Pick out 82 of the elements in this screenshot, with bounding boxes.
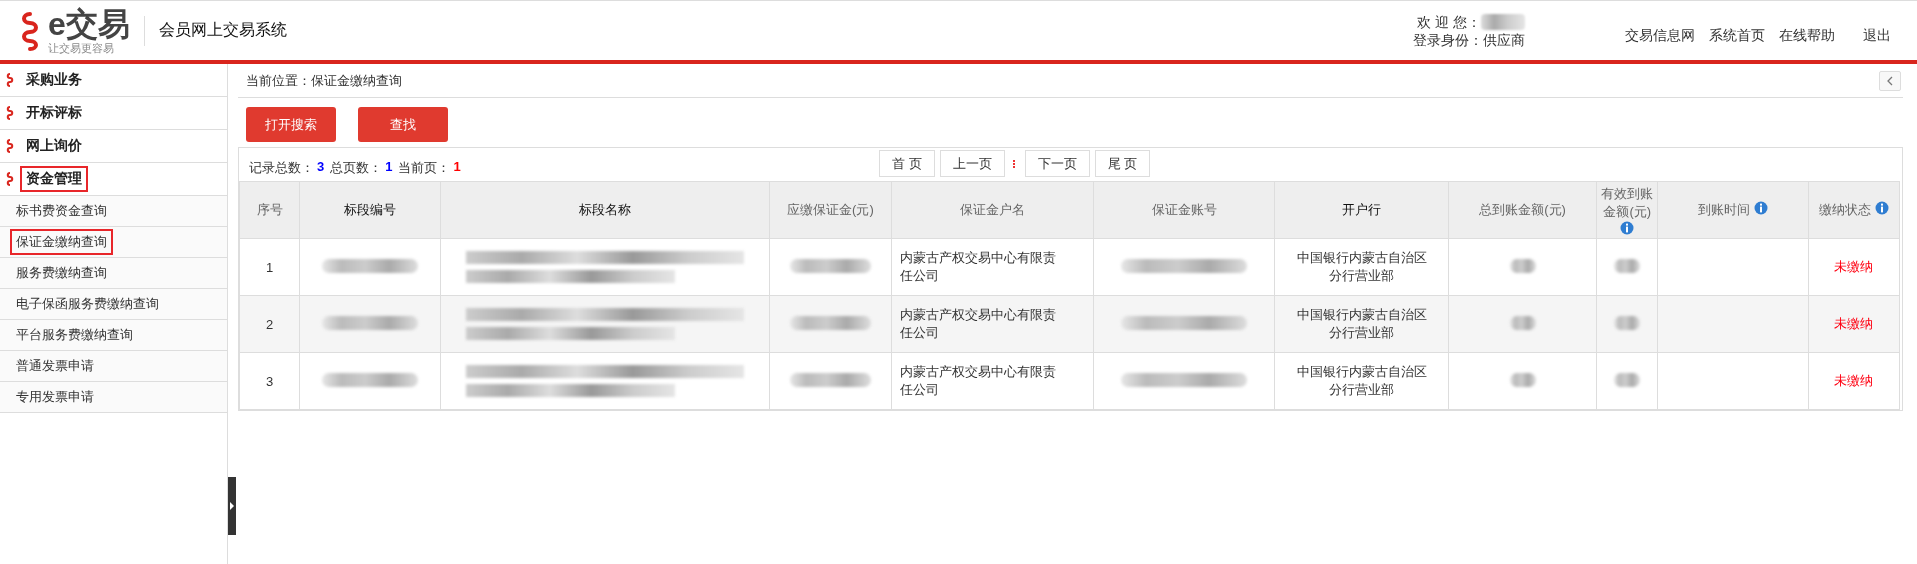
sidebar-section[interactable]: 开标评标	[0, 97, 227, 130]
status-text: 未缴纳	[1834, 316, 1874, 331]
nav-link[interactable]: 退出	[1863, 26, 1891, 45]
section-label: 开标评标	[25, 103, 83, 122]
column-header: 序号	[239, 181, 300, 239]
nav-link[interactable]: 交易信息网	[1625, 26, 1695, 45]
table-cell: 3	[265, 373, 274, 389]
column-header: 保证金账号	[1093, 181, 1275, 239]
swirl-icon	[6, 73, 14, 87]
info-icon	[1874, 201, 1889, 215]
column-header: 标段编号	[299, 181, 441, 239]
table-cell: 中国银行内蒙古自治区分行营业部	[1295, 249, 1428, 285]
sidebar-item[interactable]: 电子保函服务费缴纳查询	[0, 289, 227, 320]
summary-value: 3	[317, 159, 325, 176]
breadcrumb: 当前位置：保证金缴纳查询	[246, 71, 402, 90]
column-header: 保证金户名	[891, 181, 1094, 239]
system-title: 会员网上交易系统	[158, 20, 287, 40]
login-identity: 登录身份：供应商	[1413, 30, 1525, 49]
pagination-button[interactable]: 上一页	[939, 150, 1005, 177]
table-cell-text: 内蒙古产权交易中心有限责任公司	[899, 306, 1057, 342]
menu-label: 标书费资金查询	[15, 202, 108, 220]
status-text: 未缴纳	[1834, 373, 1874, 388]
nav-link[interactable]: 系统首页	[1709, 26, 1765, 45]
table-cell-text: 内蒙古产权交易中心有限责任公司	[899, 363, 1057, 399]
section-label: 网上询价	[25, 136, 83, 155]
column-header: 总到账金额(元)	[1448, 181, 1597, 239]
redacted-text	[1509, 258, 1536, 273]
action-button[interactable]: 查找	[358, 107, 448, 142]
column-header: 缴纳状态	[1808, 181, 1900, 239]
sidebar-item[interactable]: 标书费资金查询	[0, 196, 227, 227]
redacted-text	[1614, 258, 1641, 273]
menu-label: 电子保函服务费缴纳查询	[15, 295, 160, 313]
column-header: 标段名称	[440, 181, 770, 239]
menu-label: 服务费缴纳查询	[15, 264, 108, 282]
column-header: 开户行	[1274, 181, 1449, 239]
swirl-icon	[6, 139, 14, 153]
pagination-button[interactable]: 下一页	[1024, 150, 1090, 177]
pagination-button[interactable]: 尾 页	[1094, 150, 1151, 177]
summary-label: 当前页：	[398, 159, 451, 177]
summary-value: 1	[453, 159, 461, 176]
info-icon	[1753, 201, 1768, 215]
info-icon	[1620, 220, 1635, 235]
table-cell: 中国银行内蒙古自治区分行营业部	[1295, 306, 1428, 342]
redacted-text	[1614, 315, 1641, 330]
menu-label: 专用发票申请	[15, 388, 95, 406]
table-cell: 1	[265, 259, 274, 275]
logo-name: e交易	[48, 7, 130, 40]
table-cell: 中国银行内蒙古自治区分行营业部	[1295, 363, 1428, 399]
sidebar-item[interactable]: 服务费缴纳查询	[0, 258, 227, 289]
logo-tagline: 让交易更容易	[48, 42, 115, 54]
column-header: 到账时间	[1657, 181, 1809, 239]
summary-label: 总页数：	[330, 159, 383, 177]
sidebar-item[interactable]: 专用发票申请	[0, 382, 227, 413]
sidebar-section[interactable]: 网上询价	[0, 130, 227, 163]
menu-label: 保证金缴纳查询	[10, 229, 113, 255]
status-text: 未缴纳	[1834, 259, 1874, 274]
table-cell: 2	[265, 316, 274, 332]
nav-link[interactable]: 在线帮助	[1779, 26, 1835, 45]
sidebar-item[interactable]: 保证金缴纳查询	[0, 227, 227, 258]
section-label: 采购业务	[25, 70, 83, 89]
swirl-icon	[6, 106, 14, 120]
collapse-handle[interactable]	[228, 477, 236, 535]
menu-label: 平台服务费缴纳查询	[15, 326, 134, 344]
menu-label: 普通发票申请	[15, 357, 95, 375]
sidebar-item[interactable]: 平台服务费缴纳查询	[0, 320, 227, 351]
welcome-label: 欢 迎 您：	[1417, 12, 1481, 31]
summary-label: 记录总数：	[249, 159, 314, 177]
section-label: 资金管理	[20, 166, 88, 192]
sidebar-item[interactable]: 普通发票申请	[0, 351, 227, 382]
swirl-icon	[6, 172, 14, 186]
redacted-text	[1614, 372, 1641, 387]
column-header: 应缴保证金(元)	[769, 181, 892, 239]
column-header: 有效到账金额(元)	[1596, 181, 1658, 239]
redacted-text	[1509, 372, 1536, 387]
chevron-left-icon	[1887, 75, 1893, 86]
action-button[interactable]: 打开搜索	[246, 107, 336, 142]
table-cell-text: 内蒙古产权交易中心有限责任公司	[899, 249, 1057, 285]
redacted-text	[1509, 315, 1536, 330]
sidebar-section[interactable]: 采购业务	[0, 64, 227, 97]
redacted-name	[1481, 13, 1525, 30]
summary-value: 1	[385, 159, 393, 176]
pagination-button[interactable]: 首 页	[879, 150, 935, 177]
